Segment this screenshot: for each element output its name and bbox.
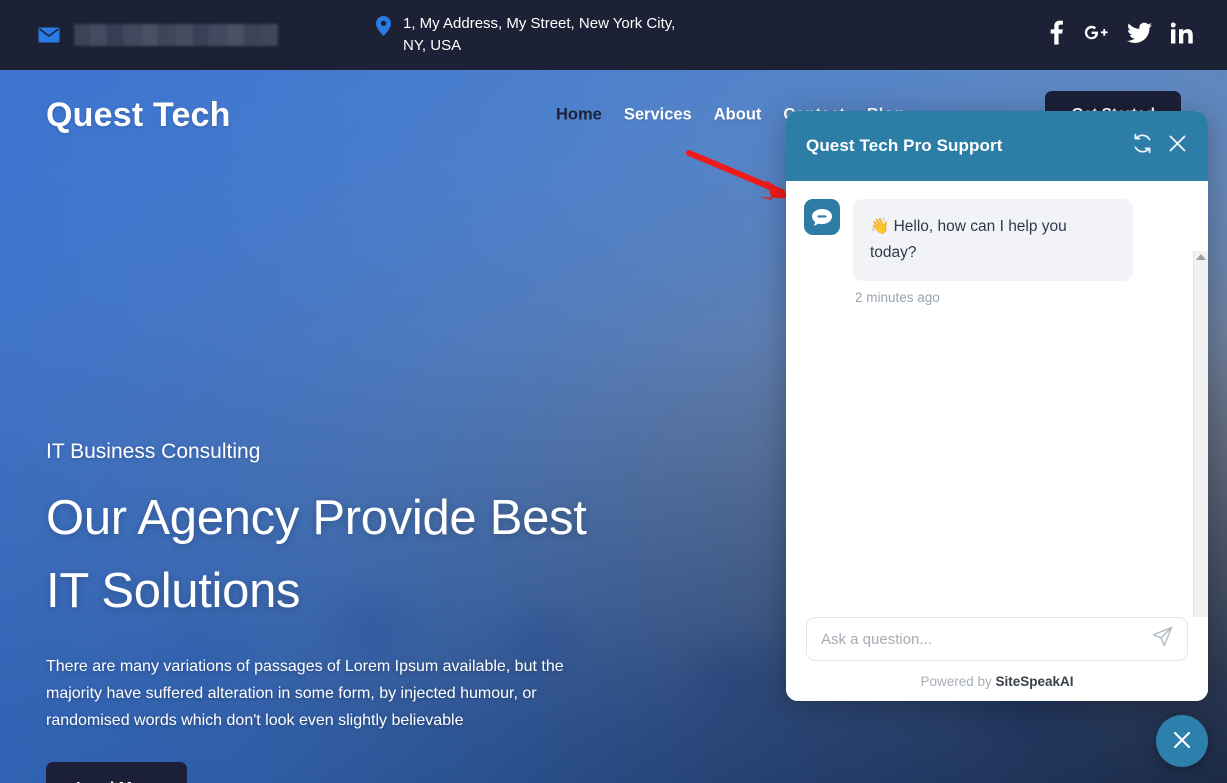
top-utility-bar: 1, My Address, My Street, New York City,…: [0, 0, 1227, 70]
chat-scrollbar[interactable]: [1193, 251, 1208, 617]
topbar-address: 1, My Address, My Street, New York City,…: [376, 13, 676, 57]
site-logo[interactable]: Quest Tech: [46, 96, 231, 135]
facebook-icon[interactable]: [1050, 20, 1063, 50]
chat-message-content: 👋 Hello, how can I help you today? 2 min…: [853, 199, 1133, 305]
chat-bubble-avatar-icon: [804, 199, 840, 235]
topbar-email[interactable]: [38, 24, 278, 46]
hero-heading: Our Agency Provide Best IT Solutions: [46, 482, 626, 628]
send-paper-plane-icon[interactable]: [1152, 626, 1173, 652]
chat-message: 👋 Hello, how can I help you today? 2 min…: [804, 199, 1190, 305]
scroll-up-arrow-icon[interactable]: [1196, 254, 1206, 260]
chat-input-container[interactable]: [806, 617, 1188, 661]
close-icon[interactable]: [1167, 133, 1188, 159]
refresh-icon[interactable]: [1132, 133, 1153, 159]
location-pin-icon: [376, 16, 391, 43]
google-plus-icon[interactable]: [1082, 23, 1108, 48]
powered-by-label: Powered by SiteSpeakAI: [806, 674, 1188, 689]
chat-widget: Quest Tech Pro Support 👋 Hello, how can …: [786, 111, 1208, 701]
powered-by-prefix: Powered by: [920, 674, 996, 689]
twitter-icon[interactable]: [1127, 22, 1152, 48]
powered-by-brand[interactable]: SiteSpeakAI: [996, 674, 1074, 689]
chat-message-timestamp: 2 minutes ago: [855, 290, 940, 305]
nav-link-about[interactable]: About: [714, 106, 762, 125]
chat-toggle-fab-button[interactable]: [1156, 715, 1208, 767]
page-root: 1, My Address, My Street, New York City,…: [0, 0, 1227, 783]
load-more-button[interactable]: Load More: [46, 762, 187, 783]
chat-header-actions: [1132, 133, 1188, 159]
chat-title: Quest Tech Pro Support: [806, 136, 1003, 155]
email-redacted-value: [74, 24, 278, 46]
hero-heading-line-2: IT Solutions: [46, 564, 301, 618]
hero-eyebrow: IT Business Consulting: [46, 440, 261, 463]
chat-header: Quest Tech Pro Support: [786, 111, 1208, 181]
chat-message-bubble: 👋 Hello, how can I help you today?: [853, 199, 1133, 281]
social-links: [1050, 20, 1193, 50]
hero-paragraph: There are many variations of passages of…: [46, 658, 564, 729]
chat-input[interactable]: [821, 630, 1152, 648]
hero-content: IT Business Consulting Our Agency Provid…: [46, 440, 626, 783]
chat-message-list: 👋 Hello, how can I help you today? 2 min…: [786, 181, 1208, 617]
chat-footer: Powered by SiteSpeakAI: [786, 617, 1208, 701]
nav-link-services[interactable]: Services: [624, 106, 692, 125]
address-text: 1, My Address, My Street, New York City,…: [403, 15, 676, 54]
close-icon: [1171, 729, 1193, 754]
envelope-icon: [38, 27, 60, 43]
linkedin-icon[interactable]: [1170, 22, 1193, 48]
nav-link-home[interactable]: Home: [556, 106, 602, 125]
hero-heading-line-1: Our Agency Provide Best: [46, 491, 587, 545]
